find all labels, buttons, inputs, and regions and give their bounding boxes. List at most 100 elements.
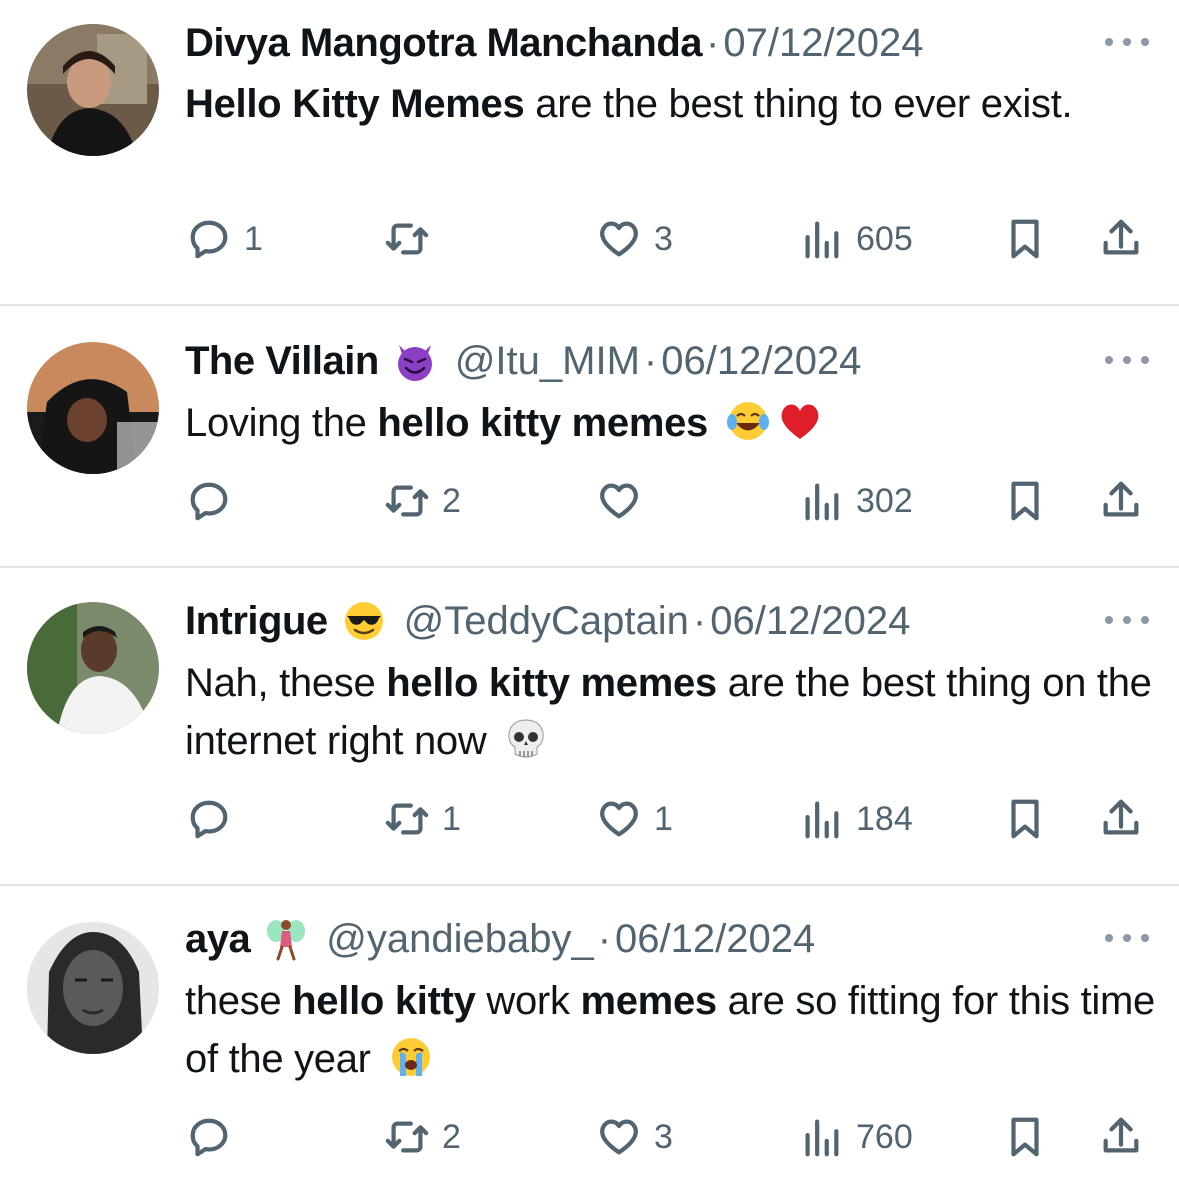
more-options-icon[interactable] [1105,610,1149,630]
avatar[interactable] [27,922,159,1054]
tweet-date[interactable]: 07/12/2024 [723,18,923,68]
tweet-header: aya @yandiebaby_ · 06/12/2024 [185,914,1069,964]
action-bar: 2 302 [0,476,1179,526]
views-button[interactable]: 184 [798,794,913,844]
avatar[interactable] [27,342,159,474]
retweet-icon [385,485,429,517]
red-heart-emoji-icon [781,404,819,439]
retweet-count: 1 [442,799,461,838]
tweet-text: Nah, these hello kitty memes are the bes… [185,654,1155,770]
view-count: 605 [856,219,913,258]
reply-icon [190,220,228,259]
analytics-icon [805,1119,839,1157]
retweet-button[interactable] [384,214,442,264]
like-button[interactable]: 3 [596,1112,673,1162]
share-icon [1103,799,1139,835]
bookmark-icon [1011,481,1039,521]
share-icon [1103,1117,1139,1153]
like-button[interactable]: 1 [596,794,673,844]
reply-button[interactable] [186,794,244,844]
avatar[interactable] [27,24,159,156]
views-button[interactable]: 302 [798,476,913,526]
tweet-header: Intrigue @TeddyCaptain · 06/12/2024 [185,596,1069,646]
skull-emoji-icon [508,719,544,758]
analytics-icon [805,221,839,259]
share-button[interactable] [1098,794,1144,844]
reply-button[interactable] [186,1112,244,1162]
bookmark-icon [1011,219,1039,259]
share-button[interactable] [1098,1112,1144,1162]
reply-count: 1 [244,219,263,258]
view-count: 302 [856,481,913,520]
like-button[interactable] [596,476,654,526]
action-bar: 2 3 760 [0,1112,1179,1162]
heart-icon [600,801,638,837]
tears-of-joy-emoji-icon [726,402,769,440]
separator: · [706,21,720,65]
more-options-icon[interactable] [1105,350,1149,370]
like-count: 3 [654,219,673,258]
user-handle[interactable]: @TeddyCaptain [404,596,689,646]
share-icon [1103,219,1139,255]
more-options-icon[interactable] [1105,32,1149,52]
retweet-count: 2 [442,1117,461,1156]
tweet[interactable]: Intrigue @TeddyCaptain · 06/12/2024 Nah,… [0,568,1179,886]
like-button[interactable]: 3 [596,214,673,264]
more-options-icon[interactable] [1105,928,1149,948]
separator: · [643,339,658,383]
bookmark-icon [1011,1117,1039,1157]
user-handle[interactable]: @Itu_MIM [455,336,640,386]
share-button[interactable] [1098,476,1144,526]
analytics-icon [805,483,839,521]
reply-button[interactable] [186,476,244,526]
retweet-button[interactable]: 2 [384,476,461,526]
text-plain: Loving the [185,401,378,445]
tweet-text: Loving the hello kitty memes [185,394,1155,452]
user-handle[interactable]: @yandiebaby_ [326,914,593,964]
retweet-count: 2 [442,481,461,520]
text-bold: hello kitty memes [386,661,717,705]
reply-button[interactable]: 1 [186,214,263,264]
bookmark-button[interactable] [1002,1112,1048,1162]
reply-icon [190,1118,228,1157]
bookmark-icon [1011,799,1039,839]
retweet-button[interactable]: 1 [384,794,461,844]
tweet[interactable]: aya @yandiebaby_ · 06/12/2024 these hell… [0,886,1179,1187]
bookmark-button[interactable] [1002,476,1048,526]
tweet[interactable]: The Villain @Itu_MIM · 06/12/2024 Loving… [0,306,1179,568]
loudly-crying-emoji-icon [391,1038,430,1076]
views-button[interactable]: 605 [798,214,913,264]
bookmark-button[interactable] [1002,214,1048,264]
display-name[interactable]: Divya Mangotra Manchanda [185,18,703,68]
share-button[interactable] [1098,214,1144,264]
tweet-text: these hello kitty work memes are so fitt… [185,972,1155,1088]
tweet-header: Divya Mangotra Manchanda · 07/12/2024 [185,18,1069,68]
bookmark-button[interactable] [1002,794,1048,844]
tweet-date[interactable]: 06/12/2024 [710,596,910,646]
tweet-date[interactable]: 06/12/2024 [615,914,815,964]
sunglasses-emoji-icon [344,602,383,640]
reply-icon [190,800,228,839]
retweet-button[interactable]: 2 [384,1112,461,1162]
text-plain: these [185,979,293,1023]
tweet[interactable]: Divya Mangotra Manchanda · 07/12/2024 He… [0,0,1179,306]
text-plain: work [475,979,581,1023]
tweet-text: Hello Kitty Memes are the best thing to … [185,75,1155,133]
text-bold: memes [580,979,717,1023]
separator: · [692,599,707,643]
views-button[interactable]: 760 [798,1112,913,1162]
text-plain: are the best thing to ever exist. [524,82,1073,126]
display-name[interactable]: Intrigue [185,596,328,646]
retweet-icon [385,223,429,255]
analytics-icon [805,801,839,839]
like-count: 3 [654,1117,673,1156]
separator: · [597,917,612,961]
reply-icon [190,482,228,521]
tweet-date[interactable]: 06/12/2024 [661,336,861,386]
tweet-header: The Villain @Itu_MIM · 06/12/2024 [185,336,1069,386]
heart-icon [600,221,638,257]
text-bold: hello kitty memes [377,401,708,445]
display-name[interactable]: aya [185,914,251,964]
avatar[interactable] [27,602,159,734]
display-name[interactable]: The Villain [185,336,379,386]
